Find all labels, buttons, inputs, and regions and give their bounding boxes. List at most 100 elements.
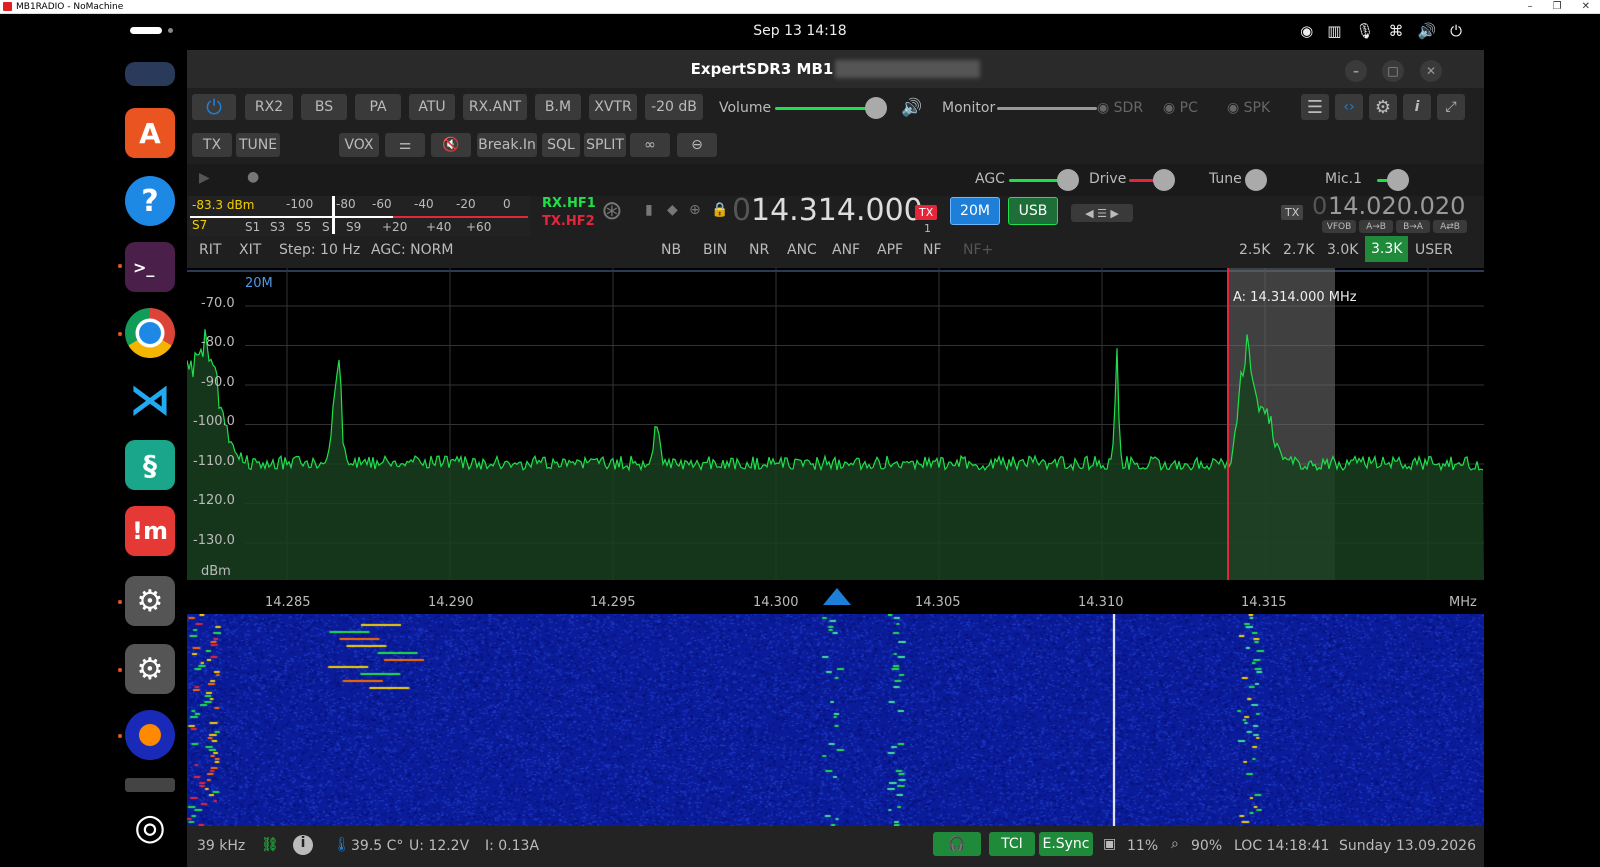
center-frequency-marker[interactable] [823,588,851,605]
agc-mode-selector[interactable]: AGC: NORM [371,242,453,258]
clock[interactable]: Sep 13 14:18 [753,23,846,39]
volume-speaker-icon[interactable]: 🔊 [901,98,922,118]
agc-slider-track[interactable] [1009,179,1064,182]
activities-indicator[interactable] [130,27,162,34]
sql-button[interactable]: SQL [542,133,580,157]
record-dot-icon[interactable]: ● [247,169,259,185]
nr-button[interactable]: NR [749,242,769,258]
step-selector[interactable]: Step: 10 Hz [279,242,360,258]
vscode-icon[interactable]: ⋊ [125,374,175,424]
memory-nav[interactable]: ◀ ☰ ▶ [1071,204,1133,222]
restore-icon[interactable]: ❐ [1553,1,1562,12]
notes-app-icon[interactable]: § [125,440,175,490]
split-button[interactable]: SPLIT [584,133,626,157]
tx-button[interactable]: TX [192,133,232,157]
target-icon[interactable]: ⊕ [689,202,701,218]
spk-monitor-toggle[interactable]: ◉ SPK [1227,100,1270,116]
tx-antenna-label[interactable]: TX.HF2 [542,214,595,229]
vfo-a-frequency[interactable]: 14.314.000 [751,193,923,228]
band-button[interactable]: 20M [950,197,1000,225]
app-center-icon[interactable]: A [125,108,175,158]
fullscreen-icon[interactable]: ⤢ [1437,94,1465,120]
speaker-icon[interactable]: 🔊 [1417,22,1436,40]
close-icon[interactable]: ✕ [1582,1,1590,12]
transfer-icon[interactable]: ⊖ [677,133,717,157]
a-swap-b-button[interactable]: A⇄B [1433,220,1467,233]
files-app-icon[interactable] [125,62,175,86]
att-button[interactable]: -20 dB [645,94,703,120]
tx-settings-icon[interactable]: ⚌ [385,133,425,157]
vfo-a-tx-badge[interactable]: TX [915,205,938,220]
zoom-icon[interactable]: ⌕ [1171,836,1179,852]
filter-2.5k-button[interactable]: 2.5K [1239,242,1270,258]
terminal-icon[interactable]: >_ [125,242,175,292]
bin-button[interactable]: BIN [703,242,727,258]
rx2-button[interactable]: RX2 [245,94,293,120]
vfo-knob-icon[interactable]: ⊛ [601,196,623,226]
minimize-icon[interactable]: – [1345,60,1367,82]
filter-2.7k-button[interactable]: 2.7K [1283,242,1314,258]
info-icon[interactable]: i [1403,94,1431,120]
link-icon[interactable]: ⛓ [261,837,279,853]
anc-button[interactable]: ANC [787,242,817,258]
agc-slider-knob[interactable] [1057,169,1079,191]
pc-monitor-toggle[interactable]: ◉ PC [1163,100,1198,116]
nb-button[interactable]: NB [661,242,681,258]
vfo-b-tx-badge[interactable]: TX [1281,205,1304,220]
rx-antenna-label[interactable]: RX.HF1 [542,196,596,211]
frequency-scale[interactable]: 14.285 14.290 14.295 14.300 14.305 14.31… [187,588,1484,614]
mail-app-icon[interactable]: !m [125,506,175,556]
spectrum-panel[interactable]: 20M A: 14.314.000 MHz dBm -70.0 -80.0 -9… [187,268,1484,588]
sdr-monitor-toggle[interactable]: ◉ SDR [1097,100,1143,116]
bookmark-icon[interactable]: ▮ [645,202,653,218]
power-icon[interactable]: ⏻ [1450,22,1462,40]
headphones-icon[interactable]: 🎧 [933,832,981,856]
pa-button[interactable]: PA [355,94,401,120]
rx-ant-button[interactable]: RX.ANT [463,94,527,120]
mic-slider-knob[interactable] [1387,169,1409,191]
info-circle-icon[interactable]: i [293,835,313,855]
help-icon[interactable]: ? [125,176,175,226]
xit-button[interactable]: XIT [239,242,261,258]
b-to-a-button[interactable]: B→A [1396,220,1430,233]
nf-plus-button[interactable]: NF+ [963,242,993,258]
vfob-button[interactable]: VFOB [1322,220,1356,233]
esync-button[interactable]: E.Sync [1039,832,1093,856]
rit-button[interactable]: RIT [199,242,221,258]
filter-3.0k-button[interactable]: 3.0K [1327,242,1358,258]
chart-icon[interactable]: ▥ [1327,22,1341,40]
lock-icon[interactable]: 🔒 [711,202,728,218]
power-button[interactable]: ⏻ [192,94,236,120]
chrome-icon[interactable] [125,308,175,358]
microphone-icon[interactable]: 🎙 [1355,22,1374,40]
break-in-button[interactable]: Break.In [477,133,537,157]
bm-button[interactable]: B.M [535,94,581,120]
filter-3.3k-button[interactable]: 3.3K [1365,236,1409,262]
apf-button[interactable]: APF [877,242,903,258]
network-icon[interactable]: ⌘ [1388,22,1403,40]
play-icon[interactable]: ▶ [199,170,210,186]
monitor-slider-track[interactable] [997,107,1097,110]
volume-slider-knob[interactable] [865,97,887,119]
bs-button[interactable]: BS [301,94,347,120]
close-icon[interactable]: ✕ [1420,60,1442,82]
tune-button[interactable]: TUNE [236,133,280,157]
record-icon[interactable]: ∞ [630,133,670,157]
minimize-icon[interactable]: – [1528,1,1533,12]
zoom-level[interactable]: 90% [1191,838,1222,854]
span-label[interactable]: 39 kHz [197,838,245,854]
waterfall[interactable] [187,614,1484,826]
drive-icon[interactable] [125,778,175,792]
mode-button[interactable]: USB [1008,197,1058,225]
filter-user-button[interactable]: USER [1415,242,1453,258]
accessibility-icon[interactable]: ◉ [1300,22,1313,40]
code-icon[interactable]: ‹› [1335,94,1363,120]
ubuntu-logo-icon[interactable]: ◎ [125,802,175,852]
settings-app-icon-2[interactable]: ⚙ [125,644,175,694]
vox-button[interactable]: VOX [339,133,379,157]
eraser-icon[interactable]: ◆ [667,202,678,218]
atu-button[interactable]: ATU [409,94,455,120]
xvtr-button[interactable]: XVTR [589,94,637,120]
vfo-b-frequency[interactable]: 14.020.020 [1328,192,1465,220]
a-to-b-button[interactable]: A→B [1359,220,1393,233]
